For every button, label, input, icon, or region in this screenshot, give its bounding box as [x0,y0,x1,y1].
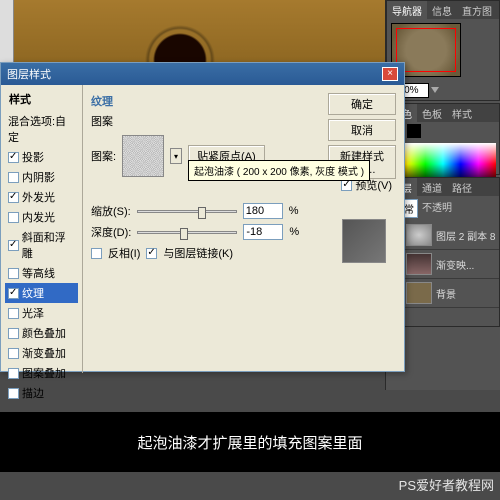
pattern-label: 图案: [91,148,116,164]
preview-swatch [342,219,386,263]
tab-swatches[interactable]: 色板 [417,104,447,122]
layer-thumbnail [406,224,432,246]
style-item-内发光[interactable]: 内发光 [5,207,78,227]
style-checkbox[interactable] [8,288,19,299]
style-item-投影[interactable]: 投影 [5,147,78,167]
texture-settings: 纹理 图案 图案: ▾ 贴紧原点(A) 起泡油漆 ( 200 x 200 像素,… [83,85,404,373]
style-item-等高线[interactable]: 等高线 [5,263,78,283]
style-checkbox[interactable] [8,328,19,339]
layer-thumbnail [406,253,432,275]
scale-label: 缩放(S): [91,203,131,219]
style-checkbox[interactable] [8,152,19,163]
link-checkbox[interactable] [146,248,157,259]
style-item-外发光[interactable]: 外发光 [5,187,78,207]
styles-header[interactable]: 样式 [5,89,78,109]
blend-options[interactable]: 混合选项:自定 [5,111,78,147]
preview-checkbox[interactable] [341,180,352,191]
style-item-光泽[interactable]: 光泽 [5,303,78,323]
style-checkbox[interactable] [8,172,19,183]
scale-input[interactable] [243,203,283,219]
tab-histogram[interactable]: 直方图 [457,1,497,19]
style-item-纹理[interactable]: 纹理 [5,283,78,303]
style-checkbox[interactable] [8,348,19,359]
style-checkbox[interactable] [8,308,19,319]
tab-navigator[interactable]: 导航器 [387,1,427,19]
caption-text: 起泡油漆才扩展里的填充图案里面 [0,412,500,472]
styles-list: 样式 混合选项:自定 投影内阴影外发光内发光斜面和浮雕等高线纹理光泽颜色叠加渐变… [1,85,83,373]
depth-label: 深度(D): [91,224,131,240]
close-button[interactable]: × [382,67,398,81]
layer-thumbnail [406,282,432,304]
dialog-title: 图层样式 [7,66,51,82]
pattern-dropdown-icon[interactable]: ▾ [170,148,182,164]
scale-slider[interactable] [137,210,237,213]
pattern-picker[interactable] [122,135,164,177]
link-label: 与图层链接(K) [163,245,233,261]
zoom-slider-icon[interactable] [431,87,439,93]
style-checkbox[interactable] [8,212,19,223]
style-checkbox[interactable] [8,240,19,251]
style-checkbox[interactable] [8,192,19,203]
style-checkbox[interactable] [8,368,19,379]
dialog-titlebar[interactable]: 图层样式 × [1,63,404,85]
cancel-button[interactable]: 取消 [328,119,396,141]
style-item-颜色叠加[interactable]: 颜色叠加 [5,323,78,343]
style-item-斜面和浮雕[interactable]: 斜面和浮雕 [5,227,78,263]
layer-style-dialog: 图层样式 × 样式 混合选项:自定 投影内阴影外发光内发光斜面和浮雕等高线纹理光… [0,62,405,372]
pattern-tooltip: 起泡油漆 ( 200 x 200 像素, 灰度 模式 ) [188,160,370,181]
tab-channels[interactable]: 通道 [417,178,447,196]
style-item-内阴影[interactable]: 内阴影 [5,167,78,187]
depth-slider[interactable] [137,231,237,234]
bg-swatch[interactable] [407,124,421,138]
style-checkbox[interactable] [8,388,19,399]
tab-paths[interactable]: 路径 [447,178,477,196]
style-item-描边[interactable]: 描边 [5,383,78,403]
ok-button[interactable]: 确定 [328,93,396,115]
opacity-label: 不透明 [422,199,452,218]
tab-styles[interactable]: 样式 [447,104,477,122]
style-item-图案叠加[interactable]: 图案叠加 [5,363,78,383]
depth-input[interactable] [243,224,283,240]
watermark: PS爱好者教程网 [399,475,494,494]
invert-checkbox[interactable] [91,248,102,259]
style-checkbox[interactable] [8,268,19,279]
style-item-渐变叠加[interactable]: 渐变叠加 [5,343,78,363]
tab-info[interactable]: 信息 [427,1,457,19]
invert-label: 反相(I) [108,245,140,261]
